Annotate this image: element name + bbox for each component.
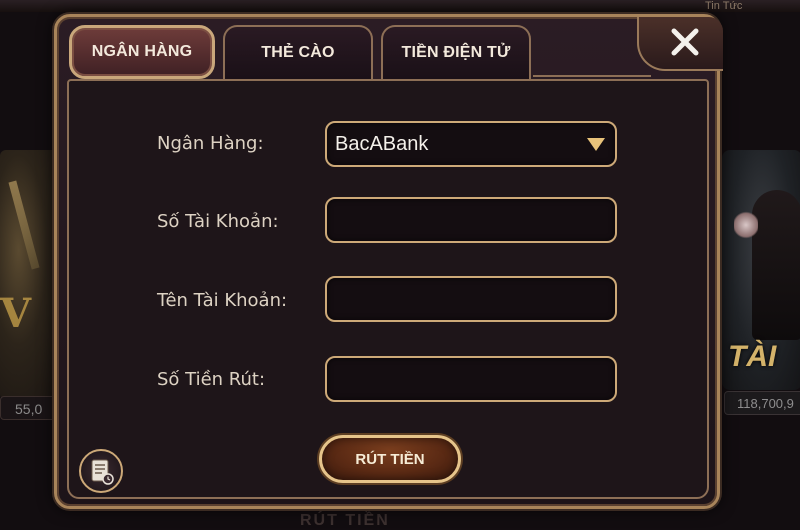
card-title-glyph: V	[0, 290, 32, 337]
amount-input[interactable]	[327, 358, 615, 400]
account-name-field[interactable]	[325, 276, 617, 322]
card-title: TÀI	[728, 340, 777, 373]
account-number-input[interactable]	[327, 199, 615, 241]
tab-bank[interactable]: NGÂN HÀNG	[69, 25, 215, 79]
amount-field[interactable]	[325, 356, 617, 402]
background-jackpot-left: 55,0	[0, 396, 58, 420]
close-icon	[671, 28, 699, 56]
withdraw-button[interactable]: RÚT TIỀN	[319, 435, 461, 483]
history-button[interactable]	[79, 449, 123, 493]
background-game-card-right: TÀI	[722, 150, 800, 390]
bank-select-value: BacABank	[335, 132, 429, 155]
account-number-label: Số Tài Khoản:	[157, 211, 279, 232]
tab-scratch-card[interactable]: THẺ CÀO	[223, 25, 373, 79]
background-top-bar	[0, 0, 800, 12]
triangle-down-icon	[587, 138, 605, 151]
form-panel: Ngân Hàng: BacABank Số Tài Khoản: Tên Tà…	[67, 79, 709, 499]
withdraw-dialog: NGÂN HÀNG THẺ CÀO TIỀN ĐIỆN TỬ Ngân Hàng…	[54, 14, 723, 509]
news-label: Tin Tức	[705, 0, 743, 12]
card-flowers	[734, 210, 758, 240]
tab-e-wallet[interactable]: TIỀN ĐIỆN TỬ	[381, 25, 531, 79]
account-number-field[interactable]	[325, 197, 617, 243]
close-button[interactable]	[637, 17, 723, 71]
background-bottom-label: RÚT TIỀN	[300, 512, 390, 529]
account-name-label: Tên Tài Khoản:	[157, 290, 288, 311]
tab-e-wallet-label: TIỀN ĐIỆN TỬ	[401, 44, 511, 61]
background-game-card-left: V	[0, 150, 62, 400]
document-history-icon	[91, 459, 114, 485]
bank-select[interactable]: BacABank	[325, 121, 617, 167]
tab-bank-label: NGÂN HÀNG	[91, 43, 193, 60]
amount-label: Số Tiền Rút:	[157, 369, 266, 390]
card-dealer-figure	[752, 190, 800, 340]
account-name-input[interactable]	[327, 278, 615, 320]
card-decoration	[8, 180, 40, 270]
withdraw-button-label: RÚT TIỀN	[355, 450, 425, 468]
background-jackpot-right: 118,700,9	[724, 391, 800, 415]
bank-label: Ngân Hàng:	[157, 133, 264, 154]
tab-scratch-card-label: THẺ CÀO	[261, 44, 335, 61]
